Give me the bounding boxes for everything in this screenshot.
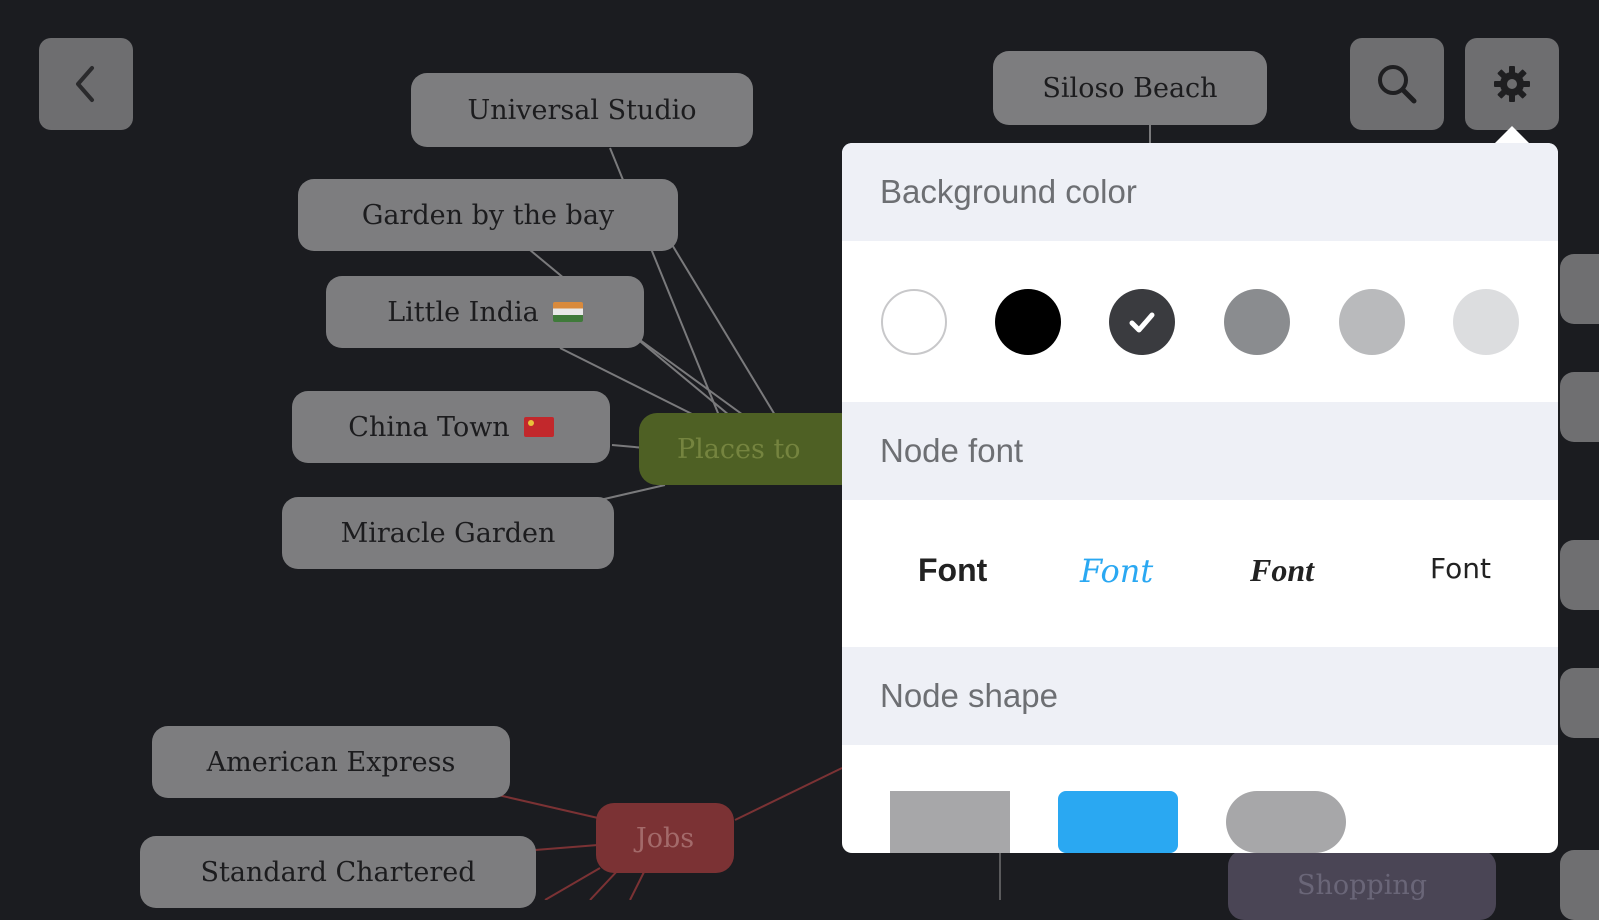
- node-universal-studio[interactable]: Universal Studio: [411, 73, 753, 147]
- checkmark-icon: [1129, 312, 1155, 333]
- node-places-to[interactable]: Places to: [639, 413, 859, 485]
- india-flag-icon: [552, 302, 583, 322]
- node-china-town[interactable]: China Town: [292, 391, 610, 463]
- bg-swatch-light-gray[interactable]: [1339, 289, 1405, 355]
- node-label: Garden by the bay: [361, 199, 615, 231]
- font-option-handwritten[interactable]: Font: [1080, 552, 1153, 590]
- node-little-india[interactable]: Little India: [326, 276, 644, 348]
- node-label: Universal Studio: [467, 94, 697, 126]
- node-offscreen-3[interactable]: [1560, 540, 1599, 610]
- settings-popover: Background color Node font Font Font Fon…: [842, 143, 1558, 853]
- node-label: Places to: [677, 433, 801, 465]
- node-jobs[interactable]: Jobs: [596, 803, 734, 873]
- search-icon: [1378, 65, 1417, 104]
- node-miracle-garden[interactable]: Miracle Garden: [282, 497, 614, 569]
- node-shopping[interactable]: Shopping: [1228, 850, 1496, 920]
- section-title: Node shape: [880, 677, 1058, 714]
- node-label: American Express: [206, 746, 456, 778]
- bg-swatch-lightest-gray[interactable]: [1453, 289, 1519, 355]
- shape-option-pill[interactable]: [1226, 791, 1346, 853]
- search-button[interactable]: [1350, 38, 1444, 130]
- settings-button[interactable]: [1465, 38, 1559, 130]
- node-label: Jobs: [635, 822, 695, 854]
- node-garden-by-the-bay[interactable]: Garden by the bay: [298, 179, 678, 251]
- popover-pointer: [1494, 126, 1530, 144]
- bg-swatch-gray[interactable]: [1224, 289, 1290, 355]
- gear-icon: [1494, 66, 1530, 102]
- bg-swatch-black[interactable]: [995, 289, 1061, 355]
- back-button[interactable]: [39, 38, 133, 130]
- node-offscreen-1[interactable]: [1560, 254, 1599, 324]
- node-label: Shopping: [1296, 869, 1428, 901]
- china-flag-icon: [523, 417, 554, 437]
- bg-swatch-white[interactable]: [881, 289, 947, 355]
- bg-swatch-dark-gray[interactable]: [1109, 289, 1175, 355]
- node-label: Miracle Garden: [340, 517, 556, 549]
- node-shape-header: Node shape: [842, 647, 1558, 745]
- node-label: Little India: [387, 296, 539, 328]
- node-offscreen-5[interactable]: [1560, 850, 1599, 920]
- node-label: Standard Chartered: [200, 856, 476, 888]
- shape-option-rectangle[interactable]: [890, 791, 1010, 853]
- chevron-left-icon: [76, 66, 94, 102]
- node-american-express[interactable]: American Express: [152, 726, 510, 798]
- shape-option-rounded-rectangle[interactable]: [1058, 791, 1178, 853]
- node-offscreen-4[interactable]: [1560, 668, 1599, 738]
- font-option-sans-regular[interactable]: Font: [1430, 552, 1491, 585]
- node-label: China Town: [348, 411, 510, 443]
- font-option-sans-bold[interactable]: Font: [918, 552, 987, 589]
- node-offscreen-2[interactable]: [1560, 372, 1599, 442]
- node-label: Siloso Beach: [1042, 72, 1218, 104]
- section-title: Background color: [880, 173, 1137, 210]
- font-option-script[interactable]: Font: [1250, 552, 1314, 589]
- node-font-header: Node font: [842, 402, 1558, 500]
- section-title: Node font: [880, 432, 1024, 469]
- node-standard-chartered[interactable]: Standard Chartered: [140, 836, 536, 908]
- node-siloso-beach[interactable]: Siloso Beach: [993, 51, 1267, 125]
- background-color-header: Background color: [842, 143, 1558, 241]
